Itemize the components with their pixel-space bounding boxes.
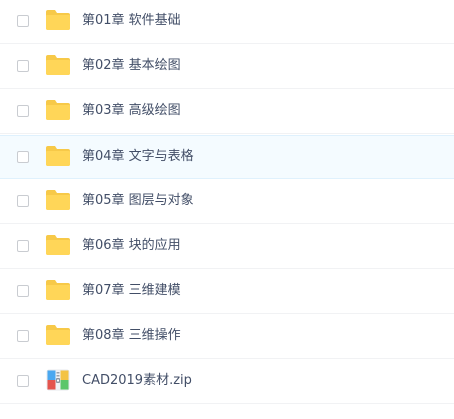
file-name[interactable]: 第01章 软件基础 [82, 13, 181, 29]
folder-icon [45, 99, 71, 121]
select-checkbox[interactable] [17, 195, 29, 207]
file-name[interactable]: 第05章 图层与对象 [82, 193, 194, 209]
folder-icon [45, 145, 71, 167]
list-item-hovered[interactable]: 第04章 文字与表格 [0, 135, 454, 179]
list-item[interactable]: 第02章 基本绘图 [0, 45, 454, 89]
folder-icon [45, 324, 71, 346]
folder-icon [45, 279, 71, 301]
file-name[interactable]: 第03章 高级绘图 [82, 103, 181, 119]
select-checkbox[interactable] [17, 15, 29, 27]
zip-archive-icon [45, 369, 71, 391]
list-item[interactable]: 第03章 高级绘图 [0, 90, 454, 134]
select-checkbox[interactable] [17, 60, 29, 72]
select-checkbox[interactable] [17, 151, 29, 163]
select-checkbox[interactable] [17, 330, 29, 342]
file-name[interactable]: 第04章 文字与表格 [82, 149, 194, 165]
list-item[interactable]: CAD2019素材.zip [0, 360, 454, 404]
select-checkbox[interactable] [17, 375, 29, 387]
file-name[interactable]: 第07章 三维建模 [82, 283, 181, 299]
file-name[interactable]: 第02章 基本绘图 [82, 58, 181, 74]
list-item[interactable]: 第05章 图层与对象 [0, 180, 454, 224]
file-name[interactable]: 第08章 三维操作 [82, 328, 181, 344]
list-item[interactable]: 第07章 三维建模 [0, 270, 454, 314]
list-item[interactable]: 第06章 块的应用 [0, 225, 454, 269]
file-name[interactable]: CAD2019素材.zip [82, 373, 192, 389]
folder-icon [45, 189, 71, 211]
file-list: 第01章 软件基础 第02章 基本绘图 第03章 高级绘图 第04章 文字与表格… [0, 0, 454, 419]
list-item[interactable]: 第01章 软件基础 [0, 0, 454, 44]
folder-icon [45, 9, 71, 31]
select-checkbox[interactable] [17, 285, 29, 297]
file-name[interactable]: 第06章 块的应用 [82, 238, 181, 254]
select-checkbox[interactable] [17, 105, 29, 117]
folder-icon [45, 54, 71, 76]
select-checkbox[interactable] [17, 240, 29, 252]
list-item[interactable]: 第08章 三维操作 [0, 315, 454, 359]
folder-icon [45, 234, 71, 256]
